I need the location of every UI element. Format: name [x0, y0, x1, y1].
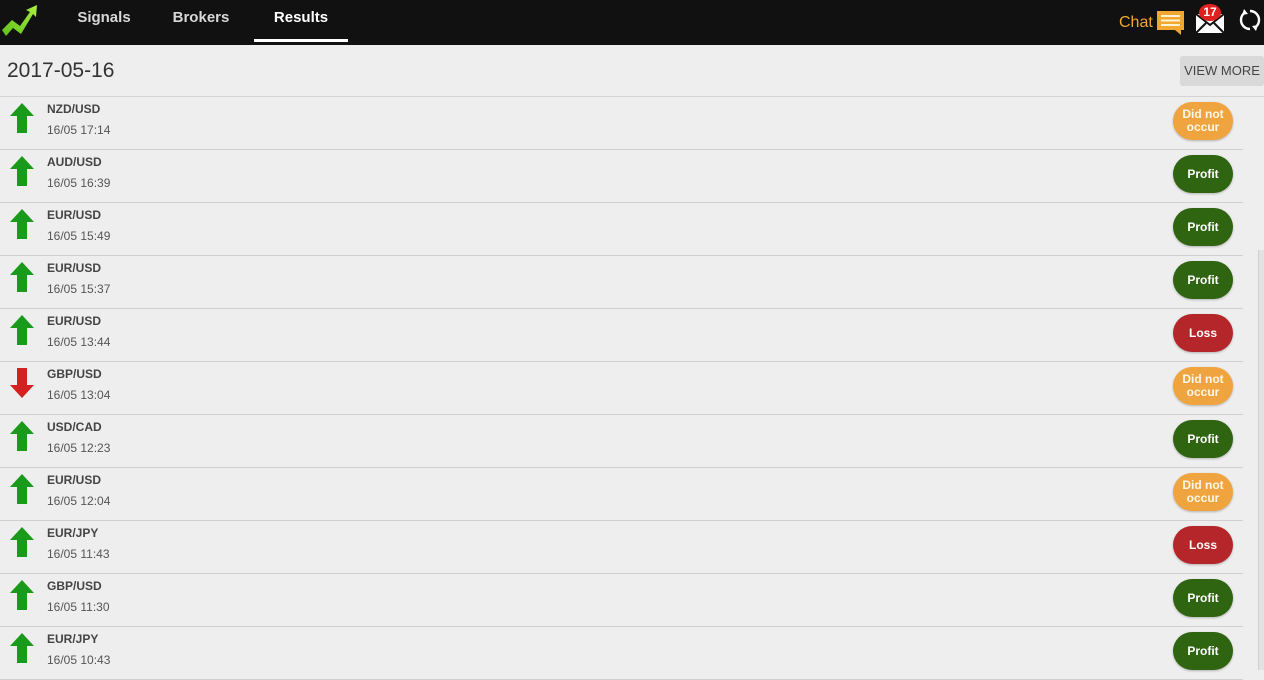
currency-pair: GBP/USD	[47, 367, 102, 381]
currency-pair: USD/CAD	[47, 420, 102, 434]
currency-pair: EUR/USD	[47, 261, 102, 275]
top-nav-bar: Signals Brokers Results Chat 17	[0, 0, 1264, 45]
result-row[interactable]: NZD/USD 16/05 17:14 Did not occur	[0, 97, 1243, 150]
tab-results[interactable]: Results	[254, 0, 348, 45]
result-row[interactable]: USD/CAD 16/05 12:23 Profit	[0, 415, 1243, 468]
arrow-up-icon	[10, 156, 34, 186]
result-row[interactable]: AUD/USD 16/05 16:39 Profit	[0, 150, 1243, 203]
signal-time: 16/05 15:49	[47, 229, 111, 243]
result-row[interactable]: EUR/USD 16/05 12:04 Did not occur	[0, 468, 1243, 521]
view-more-button[interactable]: VIEW MORE	[1180, 56, 1264, 86]
status-badge: Profit	[1173, 632, 1233, 670]
signal-time: 16/05 12:04	[47, 494, 111, 508]
trend-logo-icon[interactable]	[0, 2, 40, 38]
result-row[interactable]: GBP/USD 16/05 11:30 Profit	[0, 574, 1243, 627]
mail-count-badge: 17	[1199, 4, 1221, 21]
arrow-up-icon	[10, 527, 34, 557]
arrow-down-icon	[10, 368, 34, 398]
chat-bubble-icon	[1156, 11, 1184, 35]
result-row[interactable]: EUR/USD 16/05 15:37 Profit	[0, 256, 1243, 309]
arrow-up-icon	[10, 421, 34, 451]
chat-label: Chat	[1119, 14, 1153, 31]
arrow-up-icon	[10, 633, 34, 663]
currency-pair: EUR/USD	[47, 208, 102, 222]
tab-brokers[interactable]: Brokers	[160, 0, 242, 45]
status-badge: Loss	[1173, 314, 1233, 352]
scrollbar-thumb[interactable]	[1258, 250, 1264, 670]
signal-time: 16/05 10:43	[47, 653, 111, 667]
result-row[interactable]: EUR/USD 16/05 15:49 Profit	[0, 203, 1243, 256]
status-badge: Profit	[1173, 208, 1233, 246]
status-badge: Profit	[1173, 155, 1233, 193]
status-badge: Profit	[1173, 261, 1233, 299]
signal-time: 16/05 17:14	[47, 123, 111, 137]
signal-time: 16/05 16:39	[47, 176, 111, 190]
status-badge: Profit	[1173, 420, 1233, 458]
result-row[interactable]: GBP/USD 16/05 13:04 Did not occur	[0, 362, 1243, 415]
results-header: 2017-05-16 VIEW MORE	[0, 45, 1264, 97]
arrow-up-icon	[10, 103, 34, 133]
status-badge: Did not occur	[1173, 102, 1233, 140]
signal-time: 16/05 13:04	[47, 388, 111, 402]
arrow-up-icon	[10, 474, 34, 504]
result-row[interactable]: EUR/JPY 16/05 11:43 Loss	[0, 521, 1243, 574]
status-badge: Did not occur	[1173, 473, 1233, 511]
signal-time: 16/05 12:23	[47, 441, 111, 455]
signal-time: 16/05 13:44	[47, 335, 111, 349]
signal-time: 16/05 15:37	[47, 282, 111, 296]
results-list: NZD/USD 16/05 17:14 Did not occur AUD/USD 16…	[0, 97, 1243, 680]
refresh-icon[interactable]	[1238, 8, 1262, 32]
currency-pair: EUR/USD	[47, 314, 102, 328]
currency-pair: GBP/USD	[47, 579, 102, 593]
status-badge: Loss	[1173, 526, 1233, 564]
currency-pair: EUR/USD	[47, 473, 102, 487]
arrow-up-icon	[10, 209, 34, 239]
mail-button[interactable]: 17	[1194, 4, 1226, 35]
result-row[interactable]: EUR/JPY 16/05 10:43 Profit	[0, 627, 1243, 680]
signal-time: 16/05 11:43	[47, 547, 110, 561]
currency-pair: AUD/USD	[47, 155, 102, 169]
tab-signals[interactable]: Signals	[66, 0, 142, 45]
status-badge: Profit	[1173, 579, 1233, 617]
chat-button[interactable]: Chat	[1119, 11, 1184, 35]
currency-pair: EUR/JPY	[47, 632, 99, 646]
result-row[interactable]: EUR/USD 16/05 13:44 Loss	[0, 309, 1243, 362]
arrow-up-icon	[10, 315, 34, 345]
results-date-title: 2017-05-16	[7, 59, 115, 82]
currency-pair: NZD/USD	[47, 102, 101, 116]
signal-time: 16/05 11:30	[47, 600, 110, 614]
status-badge: Did not occur	[1173, 367, 1233, 405]
arrow-up-icon	[10, 580, 34, 610]
arrow-up-icon	[10, 262, 34, 292]
currency-pair: EUR/JPY	[47, 526, 99, 540]
